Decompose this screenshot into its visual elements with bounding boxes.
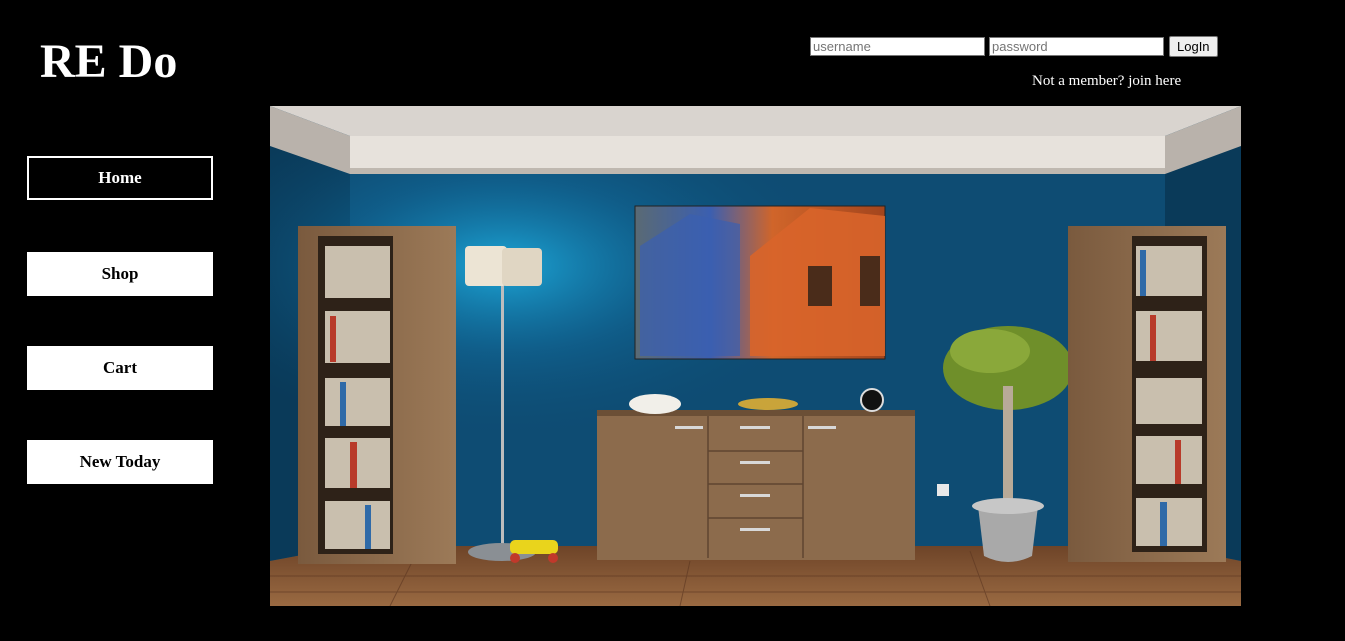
nav-home-button[interactable]: Home [27, 156, 213, 200]
hero-image [270, 106, 1241, 606]
login-button[interactable]: LogIn [1169, 36, 1218, 57]
living-room-illustration [270, 106, 1241, 606]
join-link[interactable]: Not a member? join here [1032, 73, 1181, 90]
login-form: LogIn [810, 36, 1218, 57]
nav-cart-button[interactable]: Cart [27, 346, 213, 390]
nav-new-today-button[interactable]: New Today [27, 440, 213, 484]
password-input[interactable] [989, 37, 1164, 56]
username-input[interactable] [810, 37, 985, 56]
site-logo[interactable]: RE Do [40, 35, 177, 89]
nav-shop-button[interactable]: Shop [27, 252, 213, 296]
